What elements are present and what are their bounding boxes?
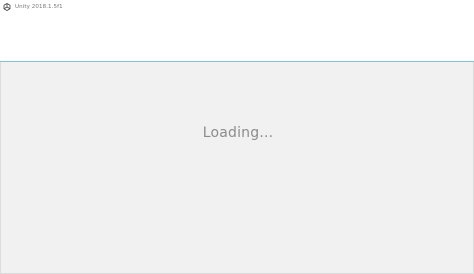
app-window: Unity 2018.1.5f1 Loading...: [0, 0, 474, 274]
title-bar[interactable]: Unity 2018.1.5f1: [0, 0, 474, 14]
window-title: Unity 2018.1.5f1: [15, 4, 63, 10]
loading-panel: Loading...: [0, 62, 474, 274]
loading-text: Loading...: [202, 125, 274, 141]
unity-logo-icon: [3, 3, 11, 11]
header-area: [0, 14, 474, 61]
